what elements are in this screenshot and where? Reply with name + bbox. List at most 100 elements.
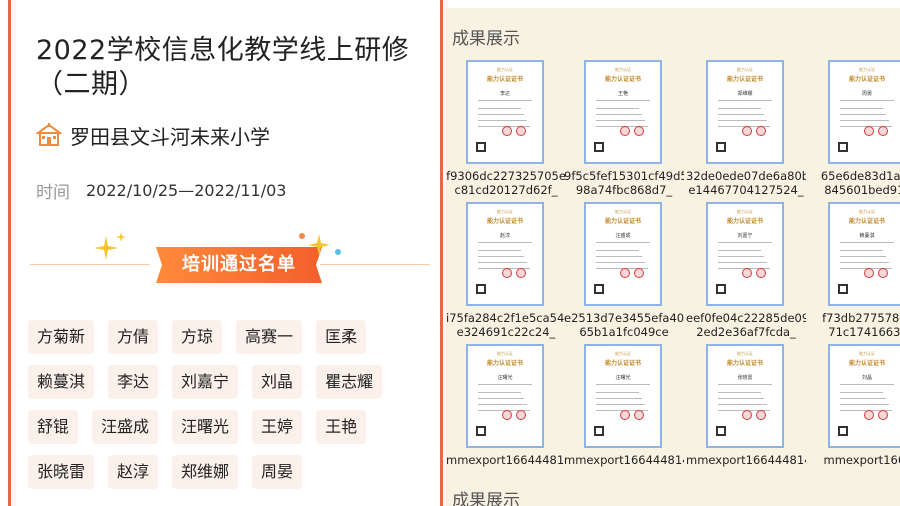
trainee-name: 高赛一 [236,320,303,354]
certificate-thumbnail[interactable]: 能力认证 能力认证证书 刘晶 [828,344,900,448]
certificate-filename: 98a74fbc868d7_ [575,183,673,197]
certificate-text-line [478,114,524,115]
trainee-name: 赖蔓淇 [28,365,95,399]
certificate-thumbnail[interactable]: 能力认证 能力认证证书 李达 [466,60,544,164]
seal-icon [502,126,512,136]
certificate-header: 能力认证证书 [848,76,885,83]
certificate-thumbnail[interactable]: 能力认证 能力认证证书 赵淳 [466,202,544,306]
dot-icon [335,249,341,255]
certificate-text-line [840,384,894,385]
seal-icon [620,410,630,420]
certificate-filename: 71c17416635 [828,325,900,339]
certificate-text-line [596,262,645,263]
seal-icon [742,410,752,420]
seal-icon [620,126,630,136]
trainee-name: 汪盛成 [92,410,159,444]
certificate-text-line [840,256,886,257]
certificate-filename: e324691c22c24_ [456,325,556,339]
certificate-header-small: 能力认证 [859,67,875,72]
certificate-holder-name: 汪曙光 [615,375,631,381]
certificate-header-small: 能力认证 [497,351,513,356]
certificate-text-line [478,242,532,243]
qr-code-icon [594,284,604,294]
certificate-thumbnail[interactable]: 能力认证 能力认证证书 赖蔓淇 [828,202,900,306]
trainee-name: 王艳 [316,410,367,444]
certificate-thumbnail[interactable]: 能力认证 能力认证证书 汪盛成 [584,202,662,306]
seal-icon [634,126,644,136]
certificate-text-line [478,392,521,393]
seal-icon [634,410,644,420]
certificate-text-line [478,108,521,109]
qr-code-icon [594,142,604,152]
certificate-holder-name: 赵淳 [499,233,510,239]
seal-icon [502,410,512,420]
trainee-name-list: 方菊新 方倩 方琼 高赛一 匡柔 赖蔓淇 李达 刘嘉宁 刘晶 瞿志耀 舒锟 汪盛… [28,320,428,500]
certificate-holder-name: 刘晶 [861,375,872,381]
achievement-gallery-panel: 成果展示 能力认证 能力认证证书 李达 f9306dc227325705e c81cd2… [446,8,900,506]
certificate-filename: mmexport1664 [823,453,900,467]
certificate-thumbnail[interactable]: 能力认证 能力认证证书 郑维娜 [706,60,784,164]
qr-code-icon [716,142,726,152]
certificate-thumbnail[interactable]: 能力认证 能力认证证书 汪曙光 [584,344,662,448]
dot-icon [299,233,305,239]
certificate-filename: 32de0ede07de6a80b [686,169,806,183]
certificate-thumbnail[interactable]: 能力认证 能力认证证书 张晓雷 [706,344,784,448]
certificate-thumbnail[interactable]: 能力认证能力认证证书 王艳 [584,60,662,164]
qr-code-icon [594,426,604,436]
trainee-name: 汪曙光 [172,410,239,444]
certificate-thumbnail[interactable]: 能力认证 能力认证证书 周晏 [828,60,900,164]
certificate-header: 能力认证证书 [604,76,641,83]
certificate-thumbnail[interactable]: 能力认证 能力认证证书 刘嘉宁 [706,202,784,306]
school-icon [36,123,62,146]
trainee-name: 王婷 [252,410,303,444]
certificate-text-line [596,250,639,251]
school-name: 罗田县文斗河未来小学 [70,124,270,149]
qr-code-icon [476,284,486,294]
panel-edge [8,0,11,506]
seal-icon [742,126,752,136]
certificate-header: 能力认证证书 [726,218,763,225]
certificate-text-line [596,392,639,393]
trainee-name: 舒锟 [28,410,79,444]
qr-code-icon [716,426,726,436]
trainee-name: 瞿志耀 [316,365,383,399]
certificate-header-small: 能力认证 [737,351,753,356]
certificate-filename: 9f5c5fef15301cf49d5 [564,169,684,183]
name-row: 赖蔓淇 李达 刘嘉宁 刘晶 瞿志耀 [28,365,428,399]
certificate-holder-name: 李达 [499,91,510,97]
seal-icon [864,410,874,420]
certificate-text-line [718,392,761,393]
certificate-filename: f9306dc227325705e [446,169,566,183]
banner-title: 培训通过名单 [182,254,296,275]
certificate-header: 能力认证证书 [486,218,523,225]
certificate-header-small: 能力认证 [497,67,513,72]
certificate-text-line [718,114,764,115]
qr-code-icon [716,284,726,294]
certificate-filename: i75fa284c2f1e5ca54a [446,311,566,325]
certificate-text-line [840,392,883,393]
seal-icon [756,126,766,136]
trainee-name: 赵淳 [108,455,159,489]
seal-icon [878,268,888,278]
certificate-holder-name: 王艳 [617,91,628,97]
certificate-header: 能力认证证书 [848,218,885,225]
certificate-text-line [718,262,767,263]
name-row: 张晓雷 赵淳 郑维娜 周晏 [28,455,428,489]
certificate-filename: c81cd20127d62f_ [454,183,558,197]
certificate-text-line [840,398,886,399]
certificate-holder-name: 赖蔓淇 [859,233,875,239]
seal-icon [502,268,512,278]
certificate-filename: 65e6de83d1a94 [820,169,900,183]
certificate-thumbnail[interactable]: 能力认证 能力认证证书 汪曙光 [466,344,544,448]
certificate-header: 能力认证证书 [848,360,885,367]
certificate-text-line [478,100,532,101]
certificate-text-line [718,100,772,101]
certificate-header-small: 能力认证 [615,67,631,72]
seal-icon [878,410,888,420]
certificate-text-line [718,108,761,109]
qr-code-icon [838,142,848,152]
time-value: 2022/10/25—2022/11/03 [86,181,287,200]
name-row: 方菊新 方倩 方琼 高赛一 匡柔 [28,320,428,354]
seal-icon [878,126,888,136]
certificate-text-line [718,250,761,251]
